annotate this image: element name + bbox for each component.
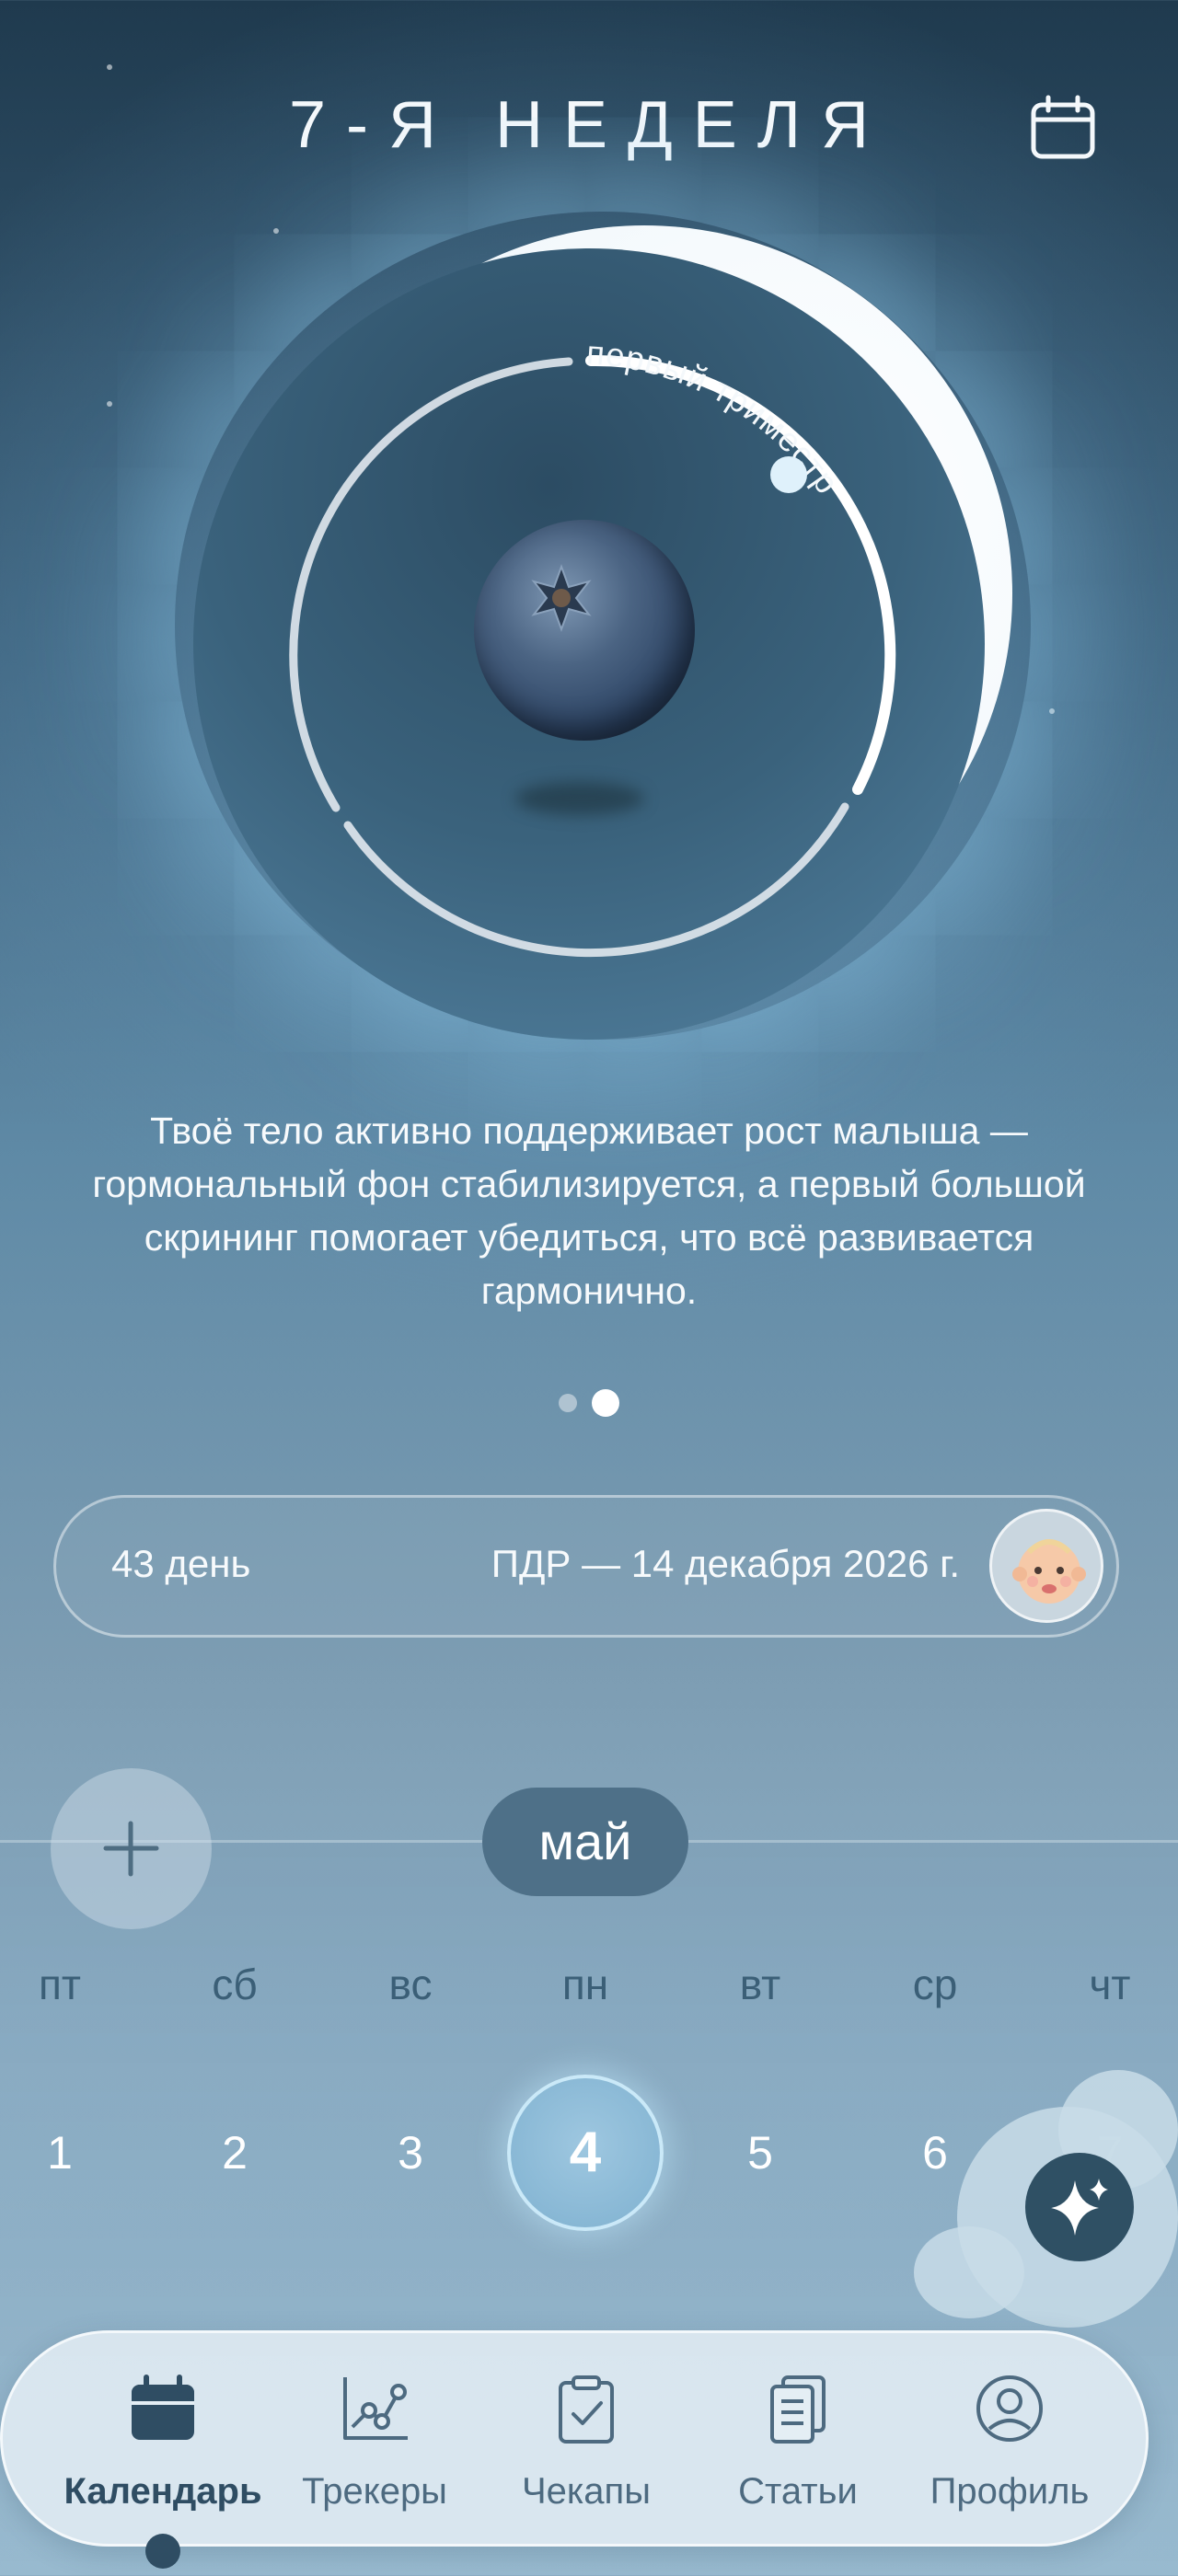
baby-face-icon: [1012, 1539, 1086, 1604]
progress-marker: [770, 456, 807, 493]
pager-dot-active[interactable]: [592, 1389, 619, 1417]
nav-label: Чекапы: [522, 2471, 651, 2512]
calendar-day-selected[interactable]: 4: [507, 2075, 664, 2231]
nav-label: Профиль: [930, 2471, 1090, 2512]
sparkle-icon: [1051, 2179, 1108, 2236]
nav-label: Трекеры: [302, 2471, 447, 2512]
calendar-icon: [1031, 95, 1095, 159]
week-description: Твоё тело активно поддерживает рост малы…: [92, 1110, 1086, 1312]
weekday-row: пт сб вс пн вт ср чт: [0, 1960, 1178, 2015]
user-circle-icon: [976, 2375, 1043, 2442]
nav-item-articles[interactable]: Статьи: [692, 2333, 904, 2549]
blueberry-crown: [531, 564, 592, 632]
nav-label: Календарь: [64, 2471, 262, 2512]
star-decoration: [107, 64, 112, 70]
pregnancy-info-pill[interactable]: 43 день ПДР — 14 декабря 2026 г.: [53, 1495, 1119, 1638]
chart-icon: [343, 2377, 408, 2440]
weekday-label: ср: [912, 1961, 958, 2008]
nav-item-checkups[interactable]: Чекапы: [480, 2333, 692, 2549]
add-button[interactable]: [51, 1768, 212, 1929]
pager-dots: [0, 1389, 1178, 1417]
documents-icon: [770, 2375, 826, 2444]
bottom-navigation: Календарь Трекеры Чекапы Статьи Профиль: [0, 2330, 1149, 2569]
ai-assistant-button[interactable]: [1025, 2153, 1134, 2261]
weekday-label: сб: [212, 1961, 258, 2008]
calendar-day[interactable]: 3: [332, 2075, 489, 2231]
weekday-label: пн: [561, 1961, 609, 2008]
month-selector[interactable]: май: [482, 1788, 688, 1896]
nav-item-profile[interactable]: Профиль: [904, 2333, 1115, 2549]
weekday-label: чт: [1089, 1961, 1131, 2008]
assistant-cloud: [914, 2226, 1024, 2318]
calendar-day[interactable]: 5: [682, 2075, 838, 2231]
nav-item-calendar[interactable]: Календарь: [57, 2333, 269, 2569]
week-title: 7-Я НЕДЕЛЯ: [288, 88, 890, 162]
nav-label: Статьи: [738, 2471, 858, 2512]
weekday-label: вт: [739, 1961, 781, 2008]
calendar-button[interactable]: [1026, 92, 1100, 166]
pregnancy-progress-hero: первый триместр: [0, 212, 1178, 1076]
weekday-label: пт: [39, 1961, 81, 2008]
blueberry-icon: [474, 520, 695, 741]
calendar-day[interactable]: 2: [156, 2075, 313, 2231]
weekday-label: вс: [388, 1961, 433, 2008]
trimester-label: первый триместр: [585, 333, 847, 500]
baby-avatar[interactable]: [989, 1509, 1103, 1623]
clipboard-check-icon: [559, 2375, 614, 2444]
nav-active-indicator: [145, 2534, 180, 2569]
calendar-day[interactable]: 1: [0, 2075, 138, 2231]
pager-dot[interactable]: [559, 1394, 577, 1412]
nav-item-trackers[interactable]: Трекеры: [269, 2333, 480, 2549]
trimester-arc-2: [343, 802, 849, 958]
plus-icon: [103, 1821, 159, 1877]
calendar-icon: [132, 2375, 194, 2440]
pregnancy-day: 43 день: [111, 1542, 251, 1585]
due-date: ПДР — 14 декабря 2026 г.: [491, 1542, 960, 1585]
blueberry-shadow: [515, 782, 644, 815]
